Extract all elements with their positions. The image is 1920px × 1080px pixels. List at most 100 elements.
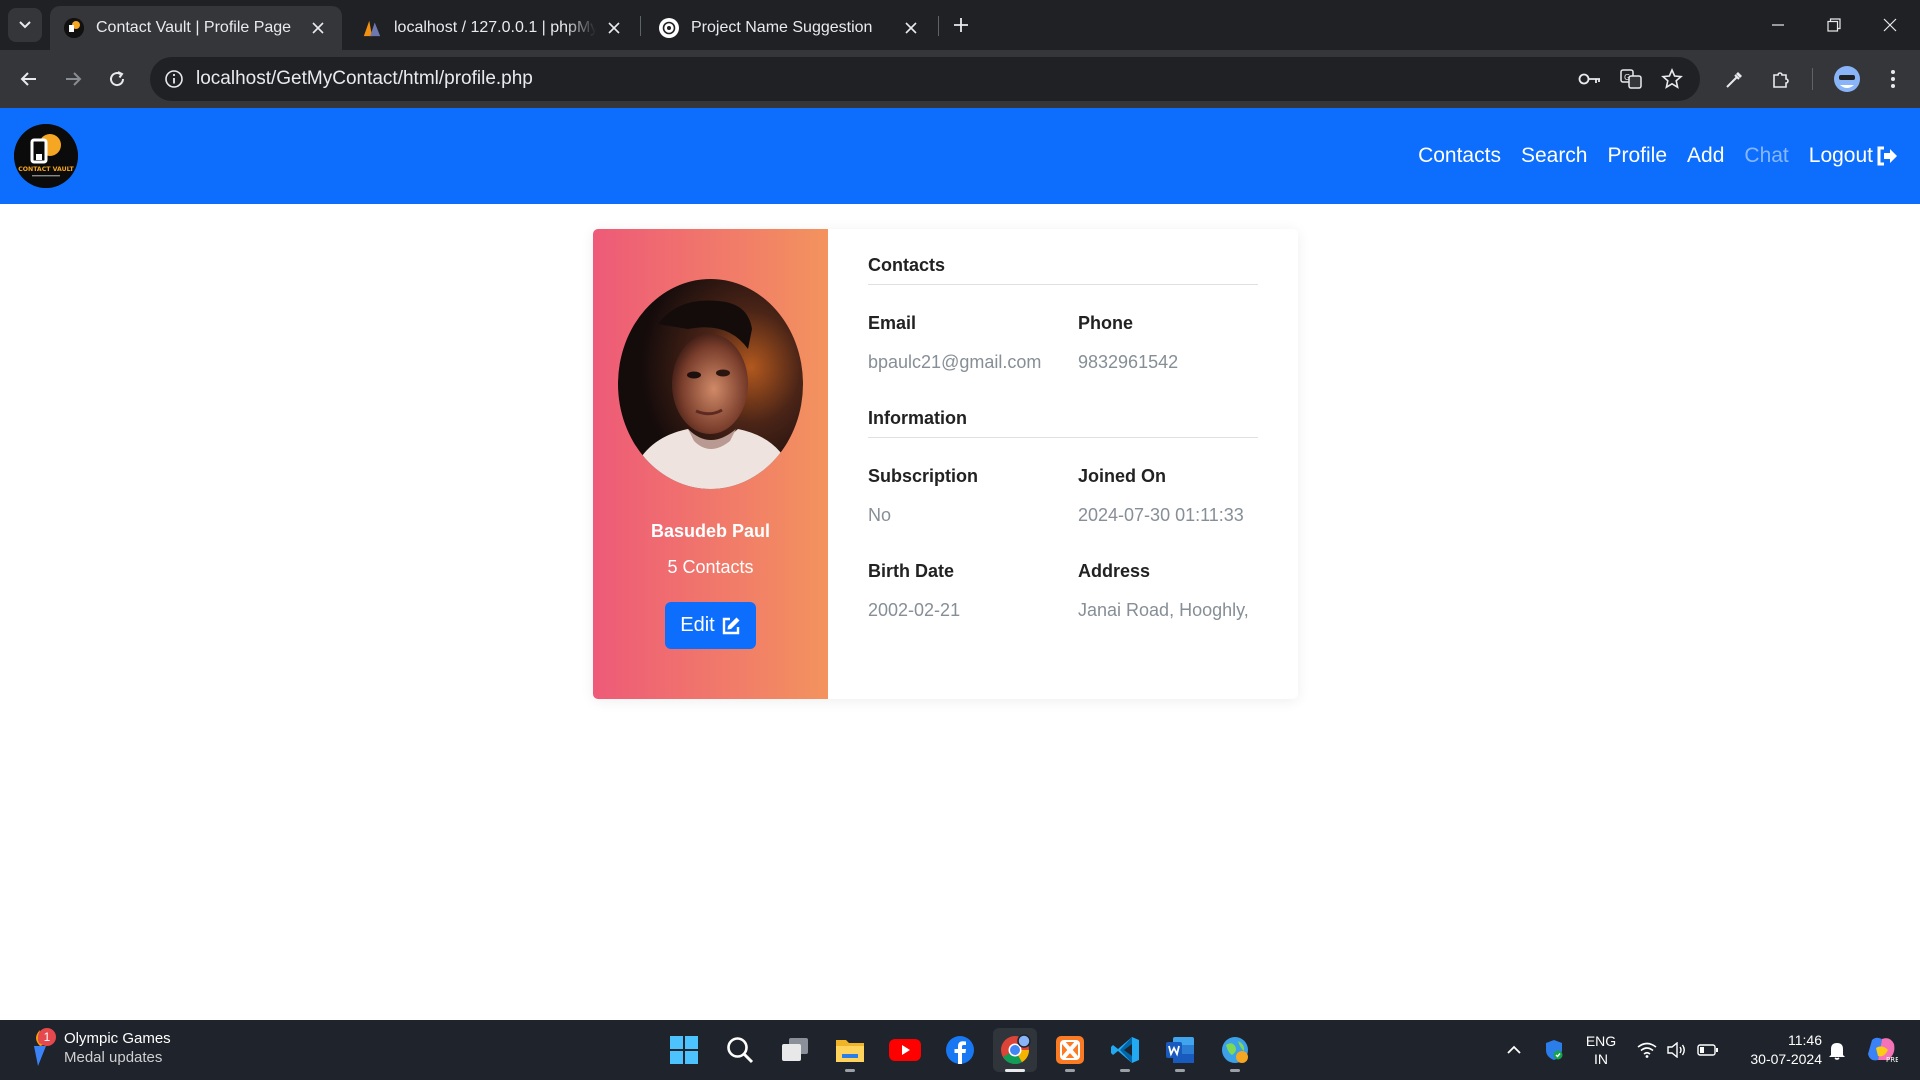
running-indicator (845, 1069, 855, 1072)
url-text: localhost/GetMyContact/html/profile.php (196, 68, 533, 89)
email-label: Email (868, 313, 917, 333)
close-window-button[interactable] (1862, 0, 1918, 50)
tab-title: Project Name Suggestion (691, 19, 873, 36)
tab-title: localhost / 127.0.0.1 | phpMyAdmin (394, 19, 596, 36)
phone-label: Phone (1078, 313, 1134, 333)
reload-icon (110, 71, 125, 87)
user-name: Basudeb Paul (650, 521, 771, 541)
profile-sidebar: Basudeb Paul 5 Contacts Edit (593, 229, 828, 699)
section-information-heading: Information (868, 408, 1258, 438)
tab-separator (938, 16, 939, 36)
facebook-icon[interactable] (938, 1028, 982, 1072)
password-key-icon[interactable] (1578, 67, 1602, 91)
security-shield-icon[interactable] (1540, 1020, 1568, 1080)
file-explorer-icon[interactable] (828, 1028, 872, 1072)
active-indicator (1005, 1069, 1025, 1072)
running-indicator (1120, 1069, 1130, 1072)
nav-logout-link[interactable]: Logout (1809, 144, 1898, 168)
plus-icon (954, 18, 968, 32)
minimize-icon (1772, 24, 1784, 26)
chrome-icon[interactable] (993, 1028, 1037, 1072)
more-menu-icon[interactable] (1878, 64, 1908, 94)
tab-phpmyadmin[interactable]: localhost / 127.0.0.1 | phpMyAdmin (348, 6, 638, 50)
browser-tab-bar: Contact Vault | Profile Page localhost /… (0, 0, 1920, 50)
svg-text:G: G (1624, 73, 1630, 82)
widget-subtitle: Medal updates (64, 1049, 163, 1066)
svg-text:CONTACT VAULT: CONTACT VAULT (18, 166, 74, 173)
xampp-icon[interactable] (1048, 1028, 1092, 1072)
running-indicator (1230, 1069, 1240, 1072)
notification-bell-icon[interactable] (1822, 1020, 1852, 1080)
address-bar[interactable]: localhost/GetMyContact/html/profile.php … (150, 57, 1700, 101)
nav-links: Contacts Search Profile Add Chat Logout (1418, 108, 1898, 204)
reload-button[interactable] (100, 62, 134, 96)
subscription-value: No (868, 505, 892, 525)
language-indicator[interactable]: ENG IN (1578, 1020, 1624, 1080)
tab-project-name[interactable]: Project Name Suggestion (645, 6, 935, 50)
chatgpt-favicon (659, 18, 679, 38)
volume-icon[interactable] (1664, 1020, 1690, 1080)
restore-button[interactable] (1806, 0, 1862, 50)
profile-card: Basudeb Paul 5 Contacts Edit Contacts Em… (593, 229, 1298, 699)
nav-contacts-link[interactable]: Contacts (1418, 144, 1501, 168)
contact-vault-logo[interactable]: CONTACT VAULT (14, 124, 78, 188)
edit-profile-button[interactable]: Edit (665, 602, 756, 649)
copilot-icon[interactable]: PRE (1862, 1020, 1902, 1080)
birth-date-label: Birth Date (868, 561, 955, 581)
eyedropper-icon[interactable] (1720, 64, 1750, 94)
minimize-button[interactable] (1750, 0, 1806, 50)
running-indicator (1175, 1069, 1185, 1072)
browser-globe-icon[interactable] (1213, 1028, 1257, 1072)
search-icon[interactable] (718, 1028, 762, 1072)
vscode-icon[interactable] (1103, 1028, 1147, 1072)
youtube-icon[interactable] (883, 1028, 927, 1072)
windows-start-icon[interactable] (662, 1028, 706, 1072)
close-icon (1883, 18, 1897, 32)
back-button[interactable] (12, 62, 46, 96)
tab-search-button[interactable] (8, 8, 42, 42)
toolbar-divider (1812, 68, 1813, 90)
clock[interactable]: 11:46 30-07-2024 (1732, 1020, 1822, 1080)
close-tab-icon[interactable] (604, 18, 624, 38)
translate-icon[interactable]: G (1619, 67, 1643, 91)
contacts-count: 5 Contacts (667, 557, 754, 577)
nav-search-link[interactable]: Search (1521, 144, 1588, 168)
windows-taskbar: 1 Olympic Games Medal updates ENG IN 11:… (0, 1020, 1920, 1080)
extensions-icon[interactable] (1766, 64, 1796, 94)
close-tab-icon[interactable] (901, 18, 921, 38)
logout-label: Logout (1808, 144, 1873, 167)
address-value: Janai Road, Hooghly, (1078, 600, 1249, 620)
phpmyadmin-favicon (362, 18, 382, 38)
nav-chat-link: Chat (1744, 144, 1789, 167)
battery-icon[interactable] (1694, 1020, 1722, 1080)
browser-toolbar: localhost/GetMyContact/html/profile.php … (0, 50, 1920, 108)
word-icon[interactable] (1158, 1028, 1202, 1072)
weather-news-widget[interactable]: 1 Olympic Games Medal updates (24, 1028, 171, 1068)
birth-date-value: 2002-02-21 (868, 600, 961, 620)
phone-value: 9832961542 (1078, 352, 1179, 372)
edit-label: Edit (680, 614, 715, 636)
profile-avatar-icon[interactable] (1832, 64, 1862, 94)
wifi-icon[interactable] (1634, 1020, 1660, 1080)
nav-add-link[interactable]: Add (1687, 144, 1724, 168)
close-tab-icon[interactable] (308, 18, 328, 38)
tab-contact-vault[interactable]: Contact Vault | Profile Page (50, 6, 342, 50)
forward-button[interactable] (56, 62, 90, 96)
app-navbar: CONTACT VAULT Contacts Search Profile Ad… (0, 108, 1920, 204)
region-code: IN (1594, 1051, 1608, 1067)
task-view-icon[interactable] (773, 1028, 817, 1072)
torch-icon: 1 (24, 1028, 58, 1068)
contact-vault-favicon (64, 18, 84, 38)
language-code: ENG (1585, 1033, 1617, 1049)
profile-photo (618, 279, 803, 489)
new-tab-button[interactable] (948, 12, 974, 38)
nav-profile-link[interactable]: Profile (1608, 144, 1668, 168)
chevron-up-icon (1507, 1045, 1521, 1054)
bookmark-star-icon[interactable] (1660, 67, 1684, 91)
logout-icon (1877, 146, 1897, 166)
site-info-icon[interactable] (162, 67, 186, 91)
arrow-left-icon (20, 72, 36, 86)
show-hidden-icons[interactable] (1500, 1020, 1528, 1080)
joined-on-value: 2024-07-30 01:11:33 (1078, 505, 1244, 525)
svg-text:PRE: PRE (1886, 1056, 1898, 1064)
